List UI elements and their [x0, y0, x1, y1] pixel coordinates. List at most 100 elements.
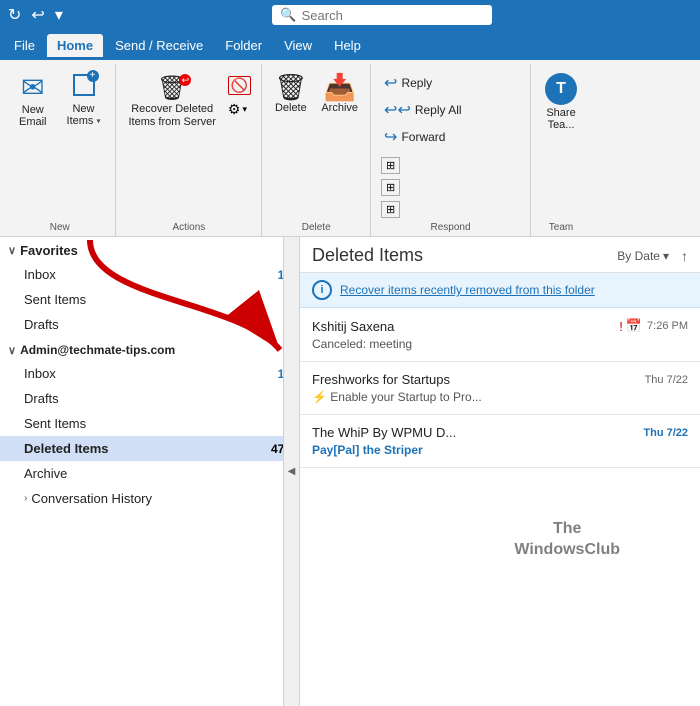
new-items-dropdown-arrow: ▾ — [96, 117, 100, 126]
search-input[interactable] — [302, 8, 485, 23]
ribbon-group-new: ✉ NewEmail + NewItems ▾ New — [4, 64, 116, 236]
teams-group-label: Team — [537, 220, 585, 236]
delete-button[interactable]: 🗑 Delete — [268, 70, 313, 119]
quick-access-dropdown-icon[interactable]: ▾ — [55, 5, 63, 25]
sort-direction-button[interactable]: ↑ — [681, 248, 688, 264]
sidebar-item-drafts[interactable]: Drafts — [0, 386, 299, 411]
archive-icon: 📥 — [324, 74, 356, 100]
email-item[interactable]: Kshitij Saxena ! 📅 7:26 PM Canceled: mee… — [300, 308, 700, 362]
sort-label: By Date — [617, 249, 660, 263]
sidebar-item-sent[interactable]: Sent Items — [0, 411, 299, 436]
watermark-line1: The — [514, 519, 620, 540]
email-subject: Pay[Pal] the Striper — [312, 443, 688, 457]
undo-icon[interactable]: ↩ — [31, 5, 44, 25]
menu-home[interactable]: Home — [47, 34, 103, 57]
sort-button[interactable]: By Date ▾ — [611, 247, 675, 265]
sidebar-collapse-button[interactable]: ◀ — [283, 237, 299, 706]
watermark: The WindowsClub — [514, 519, 620, 561]
search-box[interactable]: 🔍 — [272, 5, 492, 25]
reply-all-button[interactable]: ↩↩ Reply All — [377, 97, 469, 123]
sent-fav-label: Sent Items — [24, 292, 291, 307]
delete-icon: 🗑 — [274, 74, 307, 100]
email-item-header: Kshitij Saxena ! 📅 7:26 PM — [312, 318, 688, 334]
content-header: Deleted Items By Date ▾ ↑ — [300, 237, 700, 273]
email-sender: Kshitij Saxena — [312, 319, 394, 334]
inbox-label: Inbox — [24, 366, 278, 381]
teams-icon: T — [545, 73, 577, 105]
reply-icon: ↩ — [384, 73, 397, 93]
new-group-label: New — [10, 220, 109, 236]
forward-icon: ↪ — [384, 127, 397, 147]
menu-folder[interactable]: Folder — [215, 34, 272, 57]
menu-file[interactable]: File — [4, 34, 45, 57]
sidebar-item-inbox[interactable]: Inbox 18 — [0, 361, 299, 386]
respond-group-label: Respond — [377, 220, 524, 236]
email-sender: Freshworks for Startups — [312, 372, 450, 387]
sidebar-item-drafts-fav[interactable]: Drafts — [0, 312, 299, 337]
content-area: Deleted Items By Date ▾ ↑ i Recover item… — [300, 237, 700, 706]
actions-more-btn2[interactable]: ⚙ ▾ — [224, 99, 255, 120]
new-items-icon: + — [73, 74, 95, 101]
reply-label: Reply — [401, 76, 432, 90]
share-teams-label: ShareTea... — [546, 107, 575, 131]
email-item[interactable]: The WhiP By WPMU D... Thu 7/22 Pay[Pal] … — [300, 415, 700, 468]
title-bar: ↻ ↩ ▾ 🔍 — [0, 0, 700, 30]
account-header[interactable]: ∨ Admin@techmate-tips.com — [0, 337, 299, 361]
watermark-line2: WindowsClub — [514, 540, 620, 561]
email-item[interactable]: Freshworks for Startups Thu 7/22 ⚡ Enabl… — [300, 362, 700, 415]
sidebar: ◀ ∨ Favorites Inbox 18 Sent Items Drafts… — [0, 237, 300, 706]
email-item-header: Freshworks for Startups Thu 7/22 — [312, 372, 688, 387]
email-time: Thu 7/22 — [645, 374, 688, 386]
calendar-icon: 📅 — [626, 318, 642, 334]
recover-deleted-button[interactable]: 🗑 ↩ Recover DeletedItems from Server — [122, 70, 221, 133]
search-icon: 🔍 — [280, 7, 296, 23]
new-email-button[interactable]: ✉ NewEmail — [10, 70, 56, 132]
block-icon: 🚫 — [228, 76, 251, 95]
ribbon-group-delete: 🗑 Delete 📥 Archive Delete — [262, 64, 371, 236]
reply-button[interactable]: ↩ Reply — [377, 70, 469, 96]
actions-more-btn1[interactable]: 🚫 — [224, 74, 255, 97]
delete-group-label: Delete — [268, 220, 364, 236]
conversation-label: Conversation History — [31, 491, 291, 506]
recover-label: Recover DeletedItems from Server — [128, 103, 215, 129]
email-sender: The WhiP By WPMU D... — [312, 425, 456, 440]
archive-button[interactable]: 📥 Archive — [315, 70, 364, 119]
actions-group-label: Actions — [122, 220, 255, 236]
sidebar-item-deleted[interactable]: Deleted Items 479 — [0, 436, 299, 461]
forward-button[interactable]: ↪ Forward — [377, 124, 469, 150]
share-teams-button[interactable]: T ShareTea... — [537, 70, 585, 134]
favorites-chevron: ∨ — [8, 244, 16, 257]
info-icon: i — [312, 280, 332, 300]
ribbon-group-respond: ↩ Reply ↩↩ Reply All ↪ Forward ⊞ ⊞ — [371, 64, 531, 236]
new-items-button[interactable]: + NewItems ▾ — [58, 70, 110, 131]
sidebar-item-sent-fav[interactable]: Sent Items — [0, 287, 299, 312]
email-item-header: The WhiP By WPMU D... Thu 7/22 — [312, 425, 688, 440]
more-respond-btn3[interactable]: ⊞ — [377, 199, 404, 220]
menu-send-receive[interactable]: Send / Receive — [105, 34, 213, 57]
reply-all-label: Reply All — [415, 103, 462, 117]
rules-icon: ⚙ — [228, 101, 241, 118]
respond-extra-icon3: ⊞ — [381, 201, 400, 218]
refresh-icon[interactable]: ↻ — [8, 5, 21, 25]
respond-extra-icon2: ⊞ — [381, 179, 400, 196]
favorites-title: Favorites — [20, 243, 78, 258]
recover-banner[interactable]: i Recover items recently removed from th… — [300, 273, 700, 308]
drafts-fav-label: Drafts — [24, 317, 291, 332]
email-time: Thu 7/22 — [643, 427, 688, 439]
more-respond-btn1[interactable]: ⊞ — [377, 155, 404, 176]
deleted-label: Deleted Items — [24, 441, 271, 456]
menu-view[interactable]: View — [274, 34, 322, 57]
sidebar-item-archive[interactable]: Archive 9 — [0, 461, 299, 486]
sidebar-item-inbox-fav[interactable]: Inbox 18 — [0, 262, 299, 287]
sidebar-item-conversation[interactable]: › Conversation History — [0, 486, 299, 511]
new-email-icon: ✉ — [21, 74, 44, 102]
main-layout: ◀ ∨ Favorites Inbox 18 Sent Items Drafts… — [0, 237, 700, 706]
email-subject: Canceled: meeting — [312, 337, 688, 351]
ribbon: ✉ NewEmail + NewItems ▾ New 🗑 ↩ — [0, 60, 700, 237]
respond-extra-icon1: ⊞ — [381, 157, 400, 174]
recover-icon: 🗑 ↩ — [157, 74, 187, 101]
favorites-header[interactable]: ∨ Favorites — [0, 237, 299, 262]
favorites-section: ∨ Favorites Inbox 18 Sent Items Drafts — [0, 237, 299, 337]
menu-help[interactable]: Help — [324, 34, 371, 57]
more-respond-btn2[interactable]: ⊞ — [377, 177, 404, 198]
